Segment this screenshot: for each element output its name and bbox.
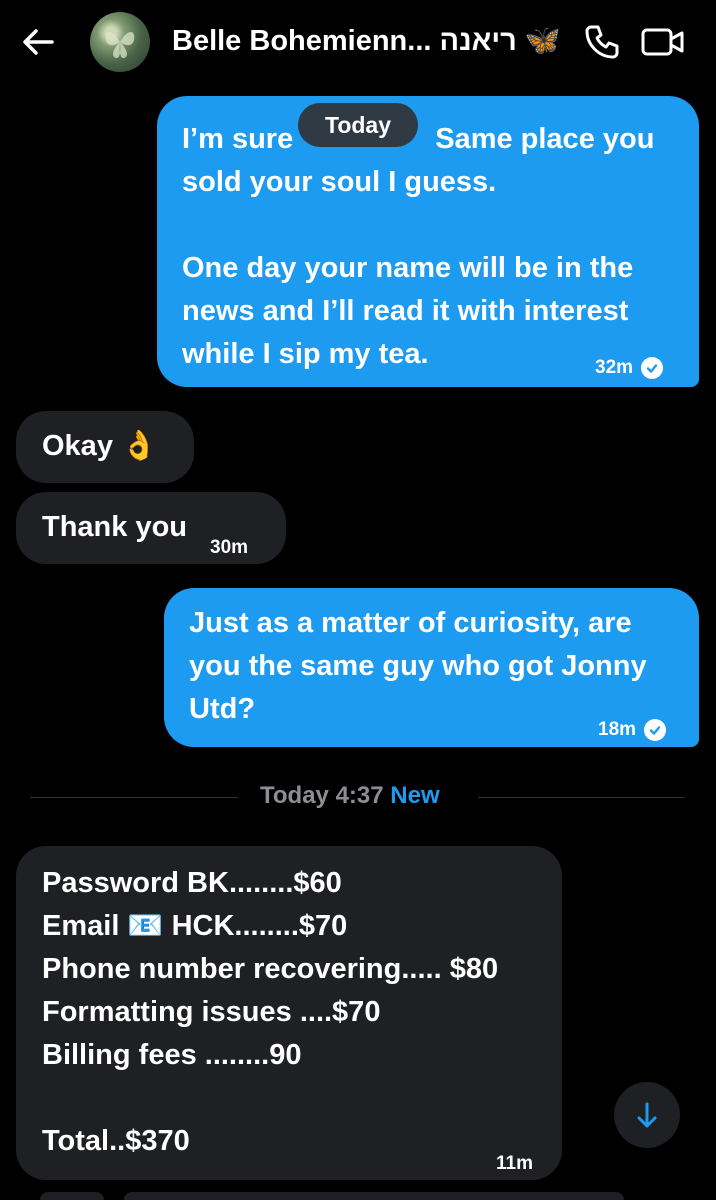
message-timestamp: 18m: [598, 719, 637, 740]
message-text-line: while I sip my tea.: [182, 338, 429, 370]
message-text-line: Just as a matter of curiosity, are: [189, 607, 632, 639]
message-text-line: sold your soul I guess.: [182, 166, 497, 198]
message-bubble-outgoing[interactable]: Just as a matter of curiosity, are you t…: [164, 588, 699, 747]
message-timestamp: 32m: [595, 357, 634, 378]
message-text-line: Formatting issues ....$70: [42, 996, 381, 1028]
date-chip: Today: [298, 103, 418, 147]
arrow-down-icon: [637, 1102, 657, 1128]
new-messages-divider: Today 4:37 New: [260, 782, 440, 810]
message-text-line: news and I’ll read it with interest: [182, 295, 629, 327]
divider-time: Today 4:37: [260, 782, 384, 809]
check-circle-icon: [641, 356, 664, 379]
message-text-line: One day your name will be in the: [182, 252, 634, 284]
message-text-line: [182, 204, 654, 247]
message-meta: 18m: [598, 708, 667, 751]
message-text: Okay 👌: [42, 430, 158, 462]
divider-line-right: [478, 797, 685, 798]
message-text: Thank you: [42, 511, 188, 543]
message-timestamp: 30m: [210, 537, 249, 558]
message-bubble-incoming[interactable]: Thank you 30m: [16, 492, 286, 564]
message-text-line: Total..$370: [42, 1125, 190, 1157]
message-text-line: [42, 1077, 498, 1120]
scroll-to-bottom-button[interactable]: [614, 1082, 680, 1148]
conversation-header: Belle Bohemienn... ריאנה 🦋: [0, 0, 716, 84]
message-text-line: Billing fees ........90: [42, 1039, 302, 1071]
message-text-line: I’m sure Same place you: [182, 123, 655, 155]
phone-icon[interactable]: [582, 22, 622, 67]
contact-name[interactable]: Belle Bohemienn... ריאנה 🦋: [172, 24, 561, 58]
new-badge: New: [390, 782, 440, 809]
divider-line-left: [30, 797, 238, 798]
avatar[interactable]: [90, 12, 150, 72]
message-timestamp: 11m: [496, 1153, 533, 1174]
message-bubble-incoming[interactable]: Okay 👌: [16, 411, 194, 483]
message-text-line: Utd?: [189, 693, 256, 725]
check-circle-icon: [644, 718, 667, 741]
message-text-line: Password BK........$60: [42, 867, 342, 899]
message-bubble-incoming[interactable]: Password BK........$60 Email 📧 HCK......…: [16, 846, 562, 1180]
message-meta: 32m: [595, 346, 664, 389]
back-arrow-icon[interactable]: [18, 22, 58, 62]
video-camera-icon[interactable]: [640, 24, 686, 65]
next-message-peek: [40, 1192, 690, 1200]
message-text-line: you the same guy who got Jonny: [189, 650, 647, 682]
message-bubble-outgoing[interactable]: I’m sure Same place you sold your soul I …: [157, 96, 699, 387]
message-text-line: Email 📧 HCK........$70: [42, 910, 348, 942]
message-text-line: Phone number recovering..... $80: [42, 953, 499, 985]
